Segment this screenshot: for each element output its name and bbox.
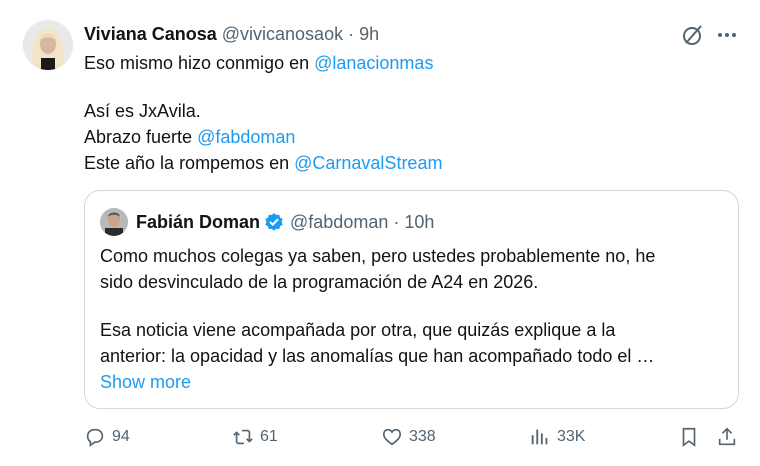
quoted-author-avatar[interactable]: [100, 208, 128, 236]
heart-icon: [382, 428, 402, 446]
repost-button[interactable]: 61: [232, 426, 278, 448]
reply-button[interactable]: 94: [84, 426, 130, 448]
tweet-header: Viviana Canosa @vivicanosaok · 9h: [84, 22, 379, 46]
tweet-line: Este año la rompemos en @CarnavalStream: [84, 150, 724, 176]
quoted-line: sido desvinculado de la programación de …: [100, 272, 539, 292]
like-count: 338: [409, 428, 436, 445]
share-icon[interactable]: [716, 426, 738, 448]
quoted-line: anterior: la opacidad y las anomalías qu…: [100, 346, 655, 366]
views-button[interactable]: 33K: [529, 426, 585, 448]
views-icon: [531, 429, 548, 445]
author-name[interactable]: Viviana Canosa: [84, 24, 217, 44]
tweet-time[interactable]: 9h: [359, 24, 379, 44]
author-avatar[interactable]: [23, 20, 73, 70]
mention-link[interactable]: @lanacionmas: [314, 53, 433, 73]
quoted-tweet-text: Como muchos colegas ya saben, pero usted…: [100, 243, 725, 395]
tweet-line: Abrazo fuerte @fabdoman: [84, 124, 724, 150]
mention-link[interactable]: @fabdoman: [197, 127, 295, 147]
quoted-line: Como muchos colegas ya saben, pero usted…: [100, 246, 656, 266]
repost-count: 61: [260, 428, 278, 445]
quoted-tweet-header: Fabián Doman @fabdoman · 10h: [136, 210, 434, 234]
separator-dot: ·: [393, 212, 400, 232]
quoted-author-name[interactable]: Fabián Doman: [136, 210, 260, 234]
tweet-text-segment: Abrazo fuerte: [84, 127, 198, 147]
repost-icon: [233, 429, 253, 445]
reply-count: 94: [112, 428, 130, 445]
more-options-icon[interactable]: [713, 22, 741, 48]
grok-icon[interactable]: [680, 22, 706, 48]
quoted-line: Esa noticia viene acompañada por otra, q…: [100, 320, 616, 340]
author-handle[interactable]: @vivicanosaok: [222, 24, 343, 44]
quoted-author-handle[interactable]: @fabdoman: [290, 210, 388, 234]
reply-icon: [86, 428, 104, 447]
views-count: 33K: [557, 428, 586, 445]
tweet-text-segment: Eso mismo hizo conmigo en: [84, 53, 315, 73]
tweet-line: Así es JxAvila.: [84, 101, 201, 121]
quoted-tweet-card[interactable]: Fabián Doman @fabdoman · 10h Como muchos…: [84, 190, 739, 409]
mention-link[interactable]: @CarnavalStream: [294, 153, 442, 173]
bookmark-icon[interactable]: [678, 426, 700, 448]
action-bar: 94 61 338 33K: [0, 424, 760, 454]
show-more-link[interactable]: Show more: [100, 369, 725, 395]
verified-badge-icon: [264, 212, 284, 232]
like-button[interactable]: 338: [381, 426, 436, 448]
tweet-line: Eso mismo hizo conmigo en @lanacionmas: [84, 50, 724, 76]
tweet-text-segment: Este año la rompemos en: [84, 153, 295, 173]
tweet-text: Eso mismo hizo conmigo en @lanacionmas A…: [84, 50, 724, 176]
separator-dot: ·: [348, 24, 355, 44]
quoted-tweet-time[interactable]: 10h: [404, 210, 434, 234]
